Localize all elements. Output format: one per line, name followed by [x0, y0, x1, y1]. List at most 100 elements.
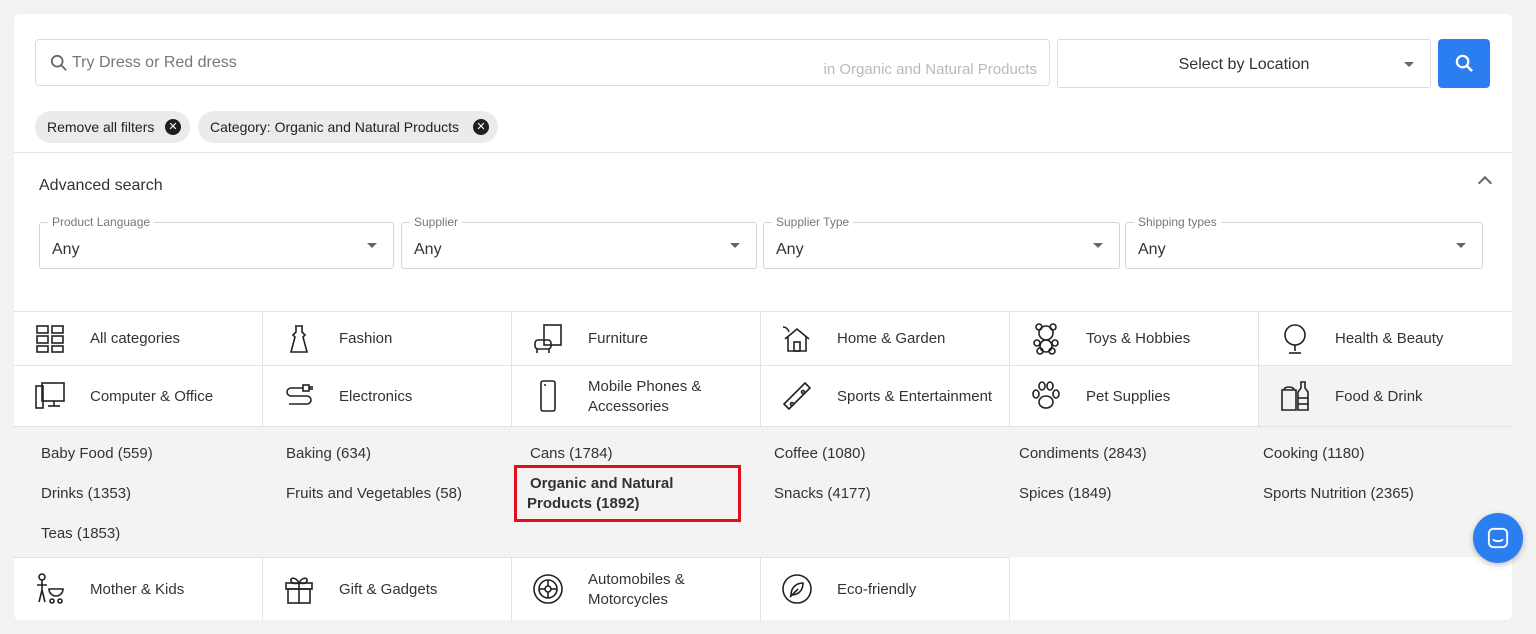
select-legend: Supplier Type	[772, 215, 854, 229]
subcategory-panel: Baby Food (559) Baking (634) Cans (1784)…	[14, 426, 1512, 557]
category-label: Sports & Entertainment	[837, 388, 993, 405]
select-value: Any	[52, 241, 80, 258]
cable-plug-icon	[286, 384, 313, 405]
search-card: Try Dress or Red dress in Organic and Na…	[14, 14, 1512, 620]
category-fashion[interactable]: Fashion	[263, 311, 512, 365]
subcategory-link[interactable]: Cooking (1180)	[1263, 445, 1364, 462]
search-button[interactable]	[1438, 39, 1490, 88]
category-home-garden[interactable]: Home & Garden	[761, 311, 1010, 365]
category-food-drink[interactable]: Food & Drink	[1259, 365, 1512, 426]
chevron-down-icon	[367, 243, 377, 248]
armchair-icon	[534, 324, 562, 353]
subcategory-link[interactable]: Teas (1853)	[41, 525, 120, 542]
category-mobile-phones[interactable]: Mobile Phones & Accessories	[512, 365, 761, 426]
select-legend: Product Language	[48, 215, 155, 229]
search-placeholder: Try Dress or Red dress	[72, 54, 237, 71]
category-label: Computer & Office	[90, 388, 214, 405]
category-label: Gift & Gadgets	[339, 581, 438, 598]
chat-icon	[1487, 527, 1509, 549]
select-legend: Supplier	[410, 215, 463, 229]
search-icon	[50, 54, 67, 71]
subcategory-link-selected[interactable]: Organic and Natural Products (1892)	[527, 474, 739, 514]
subcategory-link[interactable]: Snacks (4177)	[774, 485, 871, 502]
shipping-types-select[interactable]: Shipping types Any	[1125, 215, 1483, 269]
subcategory-link[interactable]: Baby Food (559)	[41, 445, 153, 462]
search-icon	[1455, 54, 1473, 72]
category-all[interactable]: All categories	[14, 311, 263, 365]
chevron-up-icon[interactable]	[1477, 175, 1493, 191]
category-electronics[interactable]: Electronics	[263, 365, 512, 426]
chevron-down-icon	[1093, 243, 1103, 248]
subcategory-link[interactable]: Coffee (1080)	[774, 445, 865, 462]
category-row: All categories Fashion Furniture Home & …	[14, 311, 1512, 365]
location-select-label: Select by Location	[1178, 56, 1310, 73]
mirror-icon	[1284, 324, 1306, 354]
skateboard-icon	[782, 381, 812, 411]
dress-icon	[289, 325, 309, 353]
subcategory-link[interactable]: Spices (1849)	[1019, 485, 1112, 502]
subcategory-link[interactable]: Condiments (2843)	[1019, 445, 1147, 462]
search-input[interactable]: Try Dress or Red dress in Organic and Na…	[35, 39, 1050, 86]
food-drink-icon	[1281, 381, 1309, 411]
category-label: Electronics	[339, 388, 413, 405]
close-icon[interactable]: ✕	[473, 119, 489, 135]
search-scope-label: in Organic and Natural Products	[823, 61, 1037, 78]
category-health-beauty[interactable]: Health & Beauty	[1259, 311, 1512, 365]
category-filter-chip[interactable]: Category: Organic and Natural Products ✕	[198, 111, 498, 143]
close-icon[interactable]: ✕	[165, 119, 181, 135]
category-pet-supplies[interactable]: Pet Supplies	[1010, 365, 1259, 426]
category-label: Health & Beauty	[1335, 330, 1444, 347]
category-label: Fashion	[339, 330, 393, 347]
leaf-icon	[782, 574, 812, 604]
select-value: Any	[414, 241, 442, 258]
product-language-select[interactable]: Product Language Any	[39, 215, 394, 269]
supplier-type-select[interactable]: Supplier Type Any	[763, 215, 1120, 269]
advanced-search-title[interactable]: Advanced search	[39, 177, 163, 195]
chevron-down-icon	[1456, 243, 1466, 248]
chevron-down-icon	[1404, 62, 1414, 67]
category-toys-hobbies[interactable]: Toys & Hobbies	[1010, 311, 1259, 365]
paw-icon	[1032, 381, 1060, 409]
category-mother-kids[interactable]: Mother & Kids	[14, 557, 263, 620]
location-select[interactable]: Select by Location	[1057, 39, 1431, 88]
category-row: Computer & Office Electronics Mobile Pho…	[14, 365, 1512, 426]
category-row: Mother & Kids Gift & Gadgets Automobiles…	[14, 557, 1512, 620]
category-eco-friendly[interactable]: Eco-friendly	[761, 557, 1010, 620]
category-label: Home & Garden	[837, 330, 946, 347]
grid-icon	[36, 325, 64, 353]
category-label: All categories	[90, 330, 181, 347]
select-legend: Shipping types	[1134, 215, 1221, 229]
category-label: Furniture	[588, 330, 649, 347]
subcategory-link[interactable]: Sports Nutrition (2365)	[1263, 485, 1414, 502]
category-label: Mother & Kids	[90, 581, 185, 598]
computer-icon	[35, 382, 65, 409]
category-automobiles[interactable]: Automobiles & Motorcycles	[512, 557, 761, 620]
mother-stroller-icon	[37, 573, 64, 604]
category-gift-gadgets[interactable]: Gift & Gadgets	[263, 557, 512, 620]
category-label: Toys & Hobbies	[1086, 330, 1191, 347]
house-icon	[782, 326, 810, 352]
category-label: Food & Drink	[1335, 388, 1423, 405]
chevron-down-icon	[730, 243, 740, 248]
subcategory-link[interactable]: Drinks (1353)	[41, 485, 131, 502]
supplier-select[interactable]: Supplier Any	[401, 215, 757, 269]
category-label: Eco-friendly	[837, 581, 917, 598]
phone-icon	[540, 380, 556, 412]
subcategory-link[interactable]: Cans (1784)	[530, 445, 613, 462]
chat-button[interactable]	[1473, 513, 1523, 563]
category-computer-office[interactable]: Computer & Office	[14, 365, 263, 426]
select-value: Any	[1138, 241, 1166, 258]
subcategory-link[interactable]: Fruits and Vegetables (58)	[286, 485, 462, 502]
teddy-bear-icon	[1033, 323, 1059, 355]
subcategory-link[interactable]: Baking (634)	[286, 445, 371, 462]
wheel-icon	[533, 574, 563, 604]
category-sports-entertainment[interactable]: Sports & Entertainment	[761, 365, 1010, 426]
category-furniture[interactable]: Furniture	[512, 311, 761, 365]
chip-label: Remove all filters	[47, 119, 155, 135]
gift-icon	[285, 577, 313, 604]
chip-label: Category: Organic and Natural Products	[210, 119, 460, 135]
select-value: Any	[776, 241, 804, 258]
remove-all-filters-chip[interactable]: Remove all filters ✕	[35, 111, 190, 143]
category-label: Pet Supplies	[1086, 388, 1171, 405]
divider	[14, 152, 1512, 153]
